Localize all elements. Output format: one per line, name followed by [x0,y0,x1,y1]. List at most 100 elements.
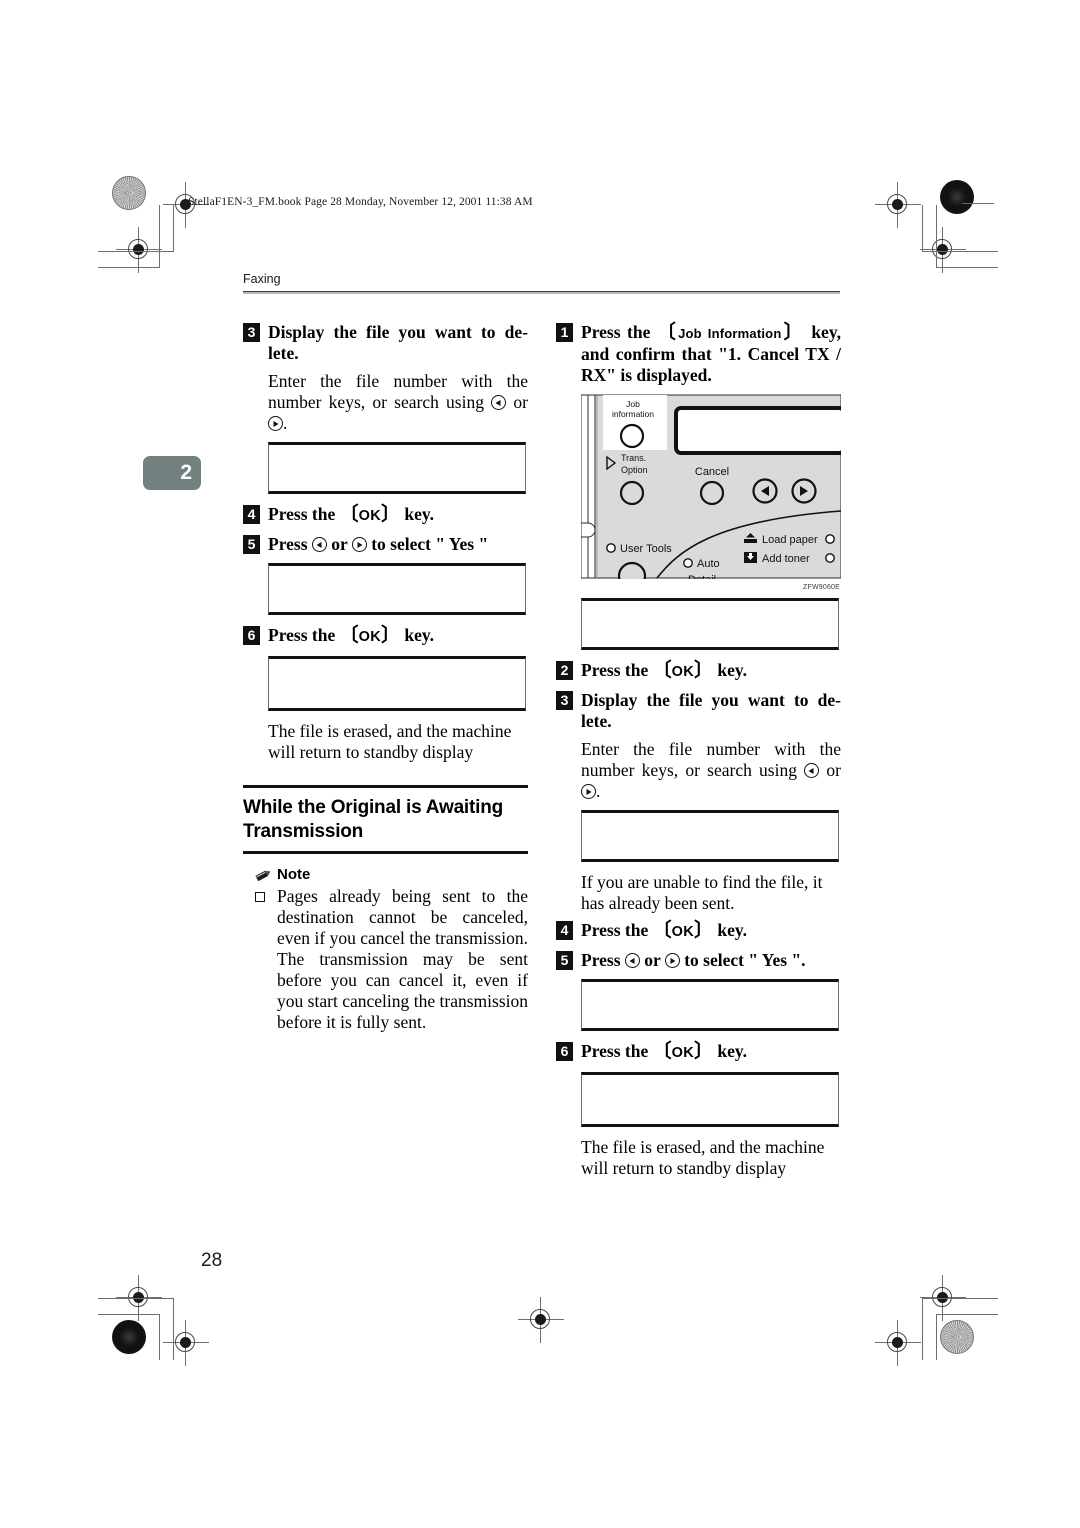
step-4-right: 4 Press the 〔OK〕 key. [556,920,841,943]
step-number-badge: 5 [243,535,260,554]
svg-text:Trans.: Trans. [621,453,646,463]
step-5-title: Press or to select " Yes " [268,534,528,555]
step-1-right: 1 Press the 〔Job Information〕 key, and c… [556,322,841,386]
reg-corner-line [98,267,160,268]
bracket-open: 〔 [339,625,359,646]
job-information-keycap: Job Information [678,326,782,341]
step-5-pre: Press [581,950,625,970]
note-item-text: Pages already being sent to the destinat… [277,886,528,1032]
note-heading: Note [255,866,528,883]
registration-swatch-top-left [112,176,146,210]
bracket-close: 〕 [380,625,400,646]
step-6-left: 6 Press the 〔OK〕 key. [243,625,528,648]
step-5-post: to select " Yes " [366,534,489,554]
reg-dot [892,199,903,210]
step-4-title: Press the 〔OK〕 key. [581,920,841,943]
bracket-close: 〕 [781,322,805,343]
step-4-left: 4 Press the 〔OK〕 key. [243,504,528,527]
svg-text:information: information [612,409,654,419]
step-5-left: 5 Press or to select " Yes " [243,534,528,555]
svg-text:Cancel: Cancel [695,466,729,478]
step-2-title: Press the 〔OK〕 key. [581,660,841,683]
step-number-badge: 4 [556,921,573,940]
svg-text:Load paper: Load paper [762,534,818,546]
step-2-right: 2 Press the 〔OK〕 key. [556,660,841,683]
step-5-post: to select " Yes ". [679,950,806,970]
registration-mark-bottom-left-inner [163,1320,209,1366]
section-heading-text: While the Original is Awaiting Transmiss… [243,797,504,842]
bracket-open: 〔 [652,920,672,941]
pencil-icon [255,868,272,882]
reg-corner-line [173,205,174,251]
reg-corner-line [922,1298,923,1360]
registration-mark-bottom-center [518,1297,564,1343]
right-column: 1 Press the 〔Job Information〕 key, and c… [556,322,846,1185]
figure-code: ZFW9060E [803,584,840,591]
registration-swatch-bottom-right [940,1320,974,1354]
step-number-badge: 1 [556,323,573,342]
page-number: 28 [201,1250,223,1271]
step-3-body-left: Enter the file number with the number ke… [268,371,528,434]
ok-keycap: OK [671,664,694,680]
section-heading-rule [243,851,528,854]
bracket-open: 〔 [652,1041,672,1062]
reg-dot [133,244,144,255]
step-6-pre: Press the [268,625,340,645]
registration-mark-top-right [875,182,921,228]
step-4-title: Press the 〔OK〕 key. [268,504,528,527]
right-arrow-icon [268,416,283,431]
step-4-pre: Press the [581,920,653,940]
bracket-open: 〔 [652,660,672,681]
ok-keycap: OK [358,629,381,645]
step-result-left: The file is erased, and the machine will… [268,721,512,762]
step-6-post: key. [713,1041,748,1061]
step-3-title: Display the file you want to de-lete. [268,322,528,363]
step-6-post: key. [400,625,435,645]
left-arrow-icon [804,763,820,778]
running-head: Faxing [243,272,281,286]
control-panel-figure: Job information Trans. Option Cancel Use… [580,393,846,591]
svg-text:User Tools: User Tools [620,543,672,555]
step-1-pre: Press the [581,322,657,342]
note-label: Note [277,866,311,883]
bracket-close: 〕 [380,504,400,525]
step-5-title: Press or to select " Yes ". [581,950,841,971]
step-4-post: key. [713,920,748,940]
step-3-body-part1: Enter the file number with the number ke… [268,371,528,412]
left-arrow-icon [624,953,640,968]
lcd-screen-placeholder [268,563,526,615]
step-number-badge: 6 [243,626,260,645]
step-3-right: 3 Display the file you want to de-lete. [556,690,841,732]
ok-keycap: OK [358,508,381,524]
step-number-badge: 6 [556,1042,573,1061]
find-file-note: If you are unable to find the file, it h… [581,872,823,913]
reg-corner-line [922,1298,998,1299]
step-4-post: key. [400,504,435,524]
step-5-mid: or [326,534,352,554]
step-3-body-part2: . [283,413,288,433]
step-number-badge: 4 [243,505,260,524]
reg-corner-line [936,267,998,268]
svg-text:Job: Job [626,399,640,409]
note-item: Pages already being sent to the destinat… [255,886,528,1033]
step-3-left: 3 Display the file you want to de-lete. [243,322,528,364]
step-3-title: Display the file you want to de-lete. [581,690,841,731]
reg-corner-line [936,1314,998,1315]
lcd-screen-placeholder [581,979,839,1031]
right-arrow-icon [664,953,680,968]
step-5-right: 5 Press or to select " Yes ". [556,950,841,971]
step-4-pre: Press the [268,504,340,524]
running-head-rule [243,291,840,294]
bracket-close: 〕 [693,920,713,941]
lcd-screen-placeholder [581,1072,839,1127]
reg-corner-line [936,205,937,267]
step-6-title: Press the 〔OK〕 key. [268,625,528,648]
svg-text:Option: Option [621,465,648,475]
reg-dot [892,1337,903,1348]
bracket-close: 〕 [693,1041,713,1062]
reg-corner-line [936,1314,937,1360]
file-header-stamp: StellaF1EN-3_FM.book Page 28 Monday, Nov… [188,196,533,208]
step-2-post: key. [713,660,748,680]
step-3-body-or: or [819,760,841,780]
reg-corner-line [922,251,998,252]
